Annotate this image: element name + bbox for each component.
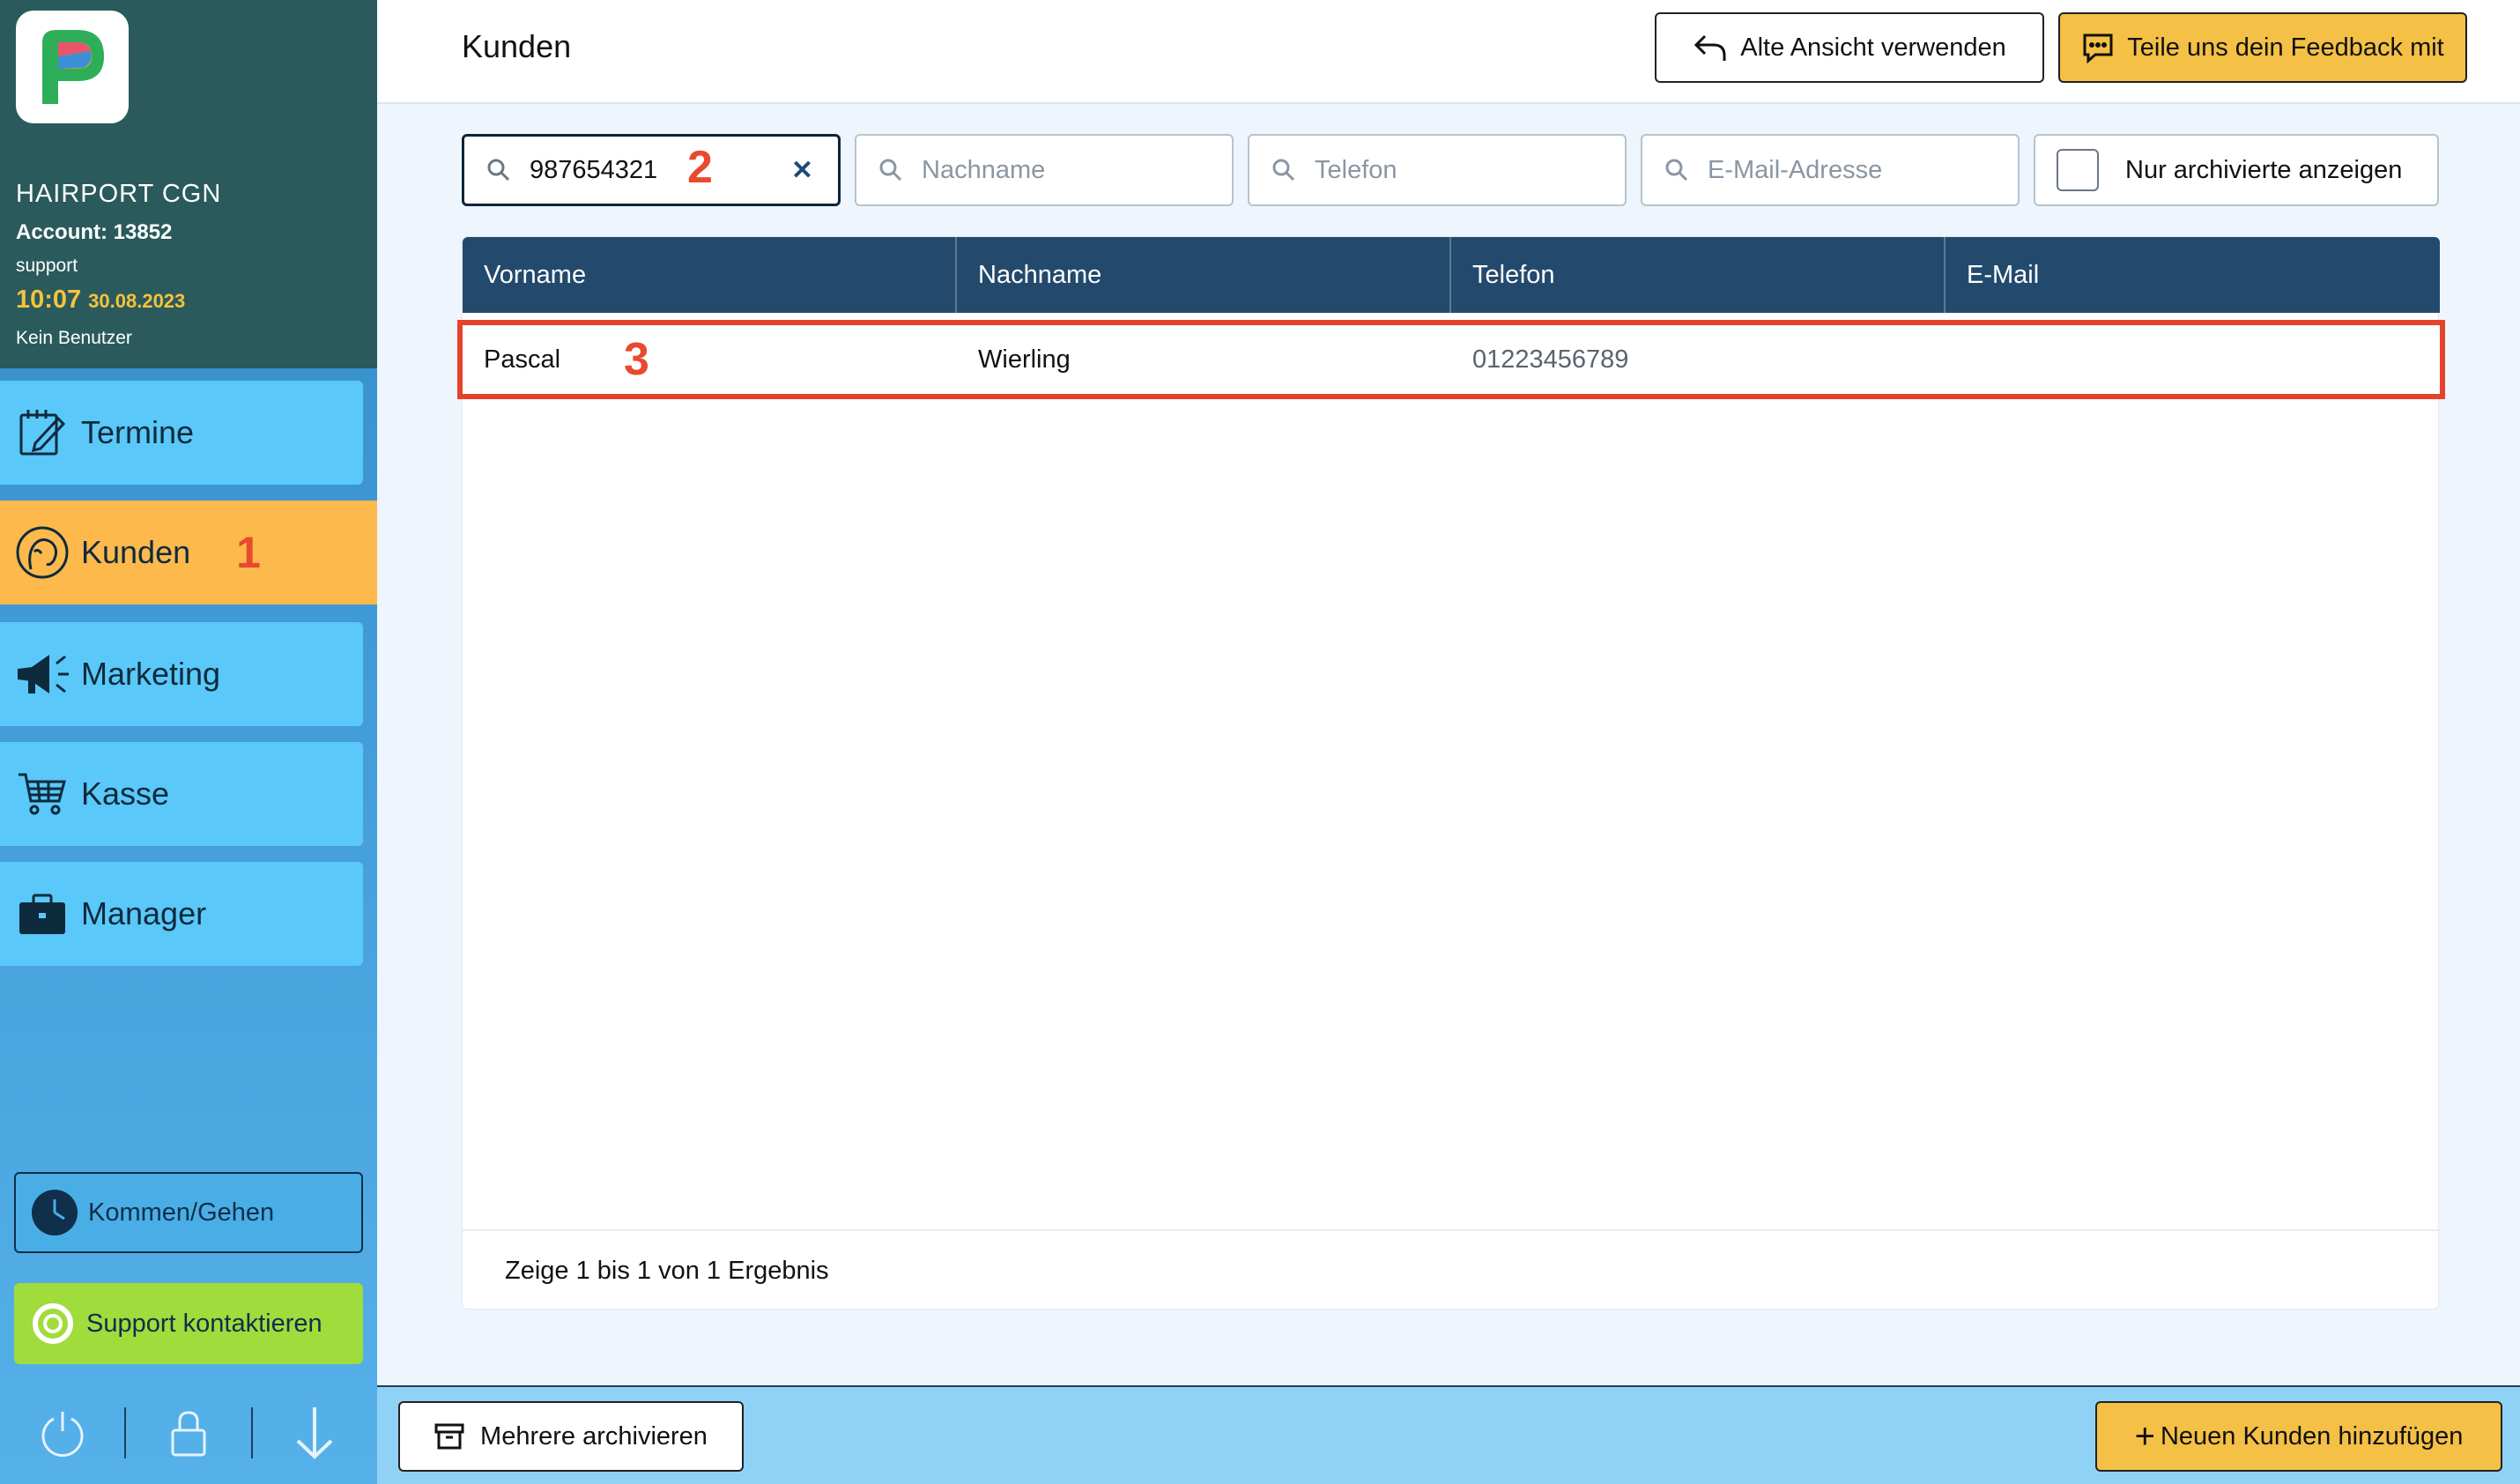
step-badge-2: 2 xyxy=(687,142,713,193)
add-customer-button[interactable]: + Neuen Kunden hinzufügen xyxy=(2095,1401,2502,1472)
kommen-gehen-button[interactable]: Kommen/Gehen xyxy=(14,1172,363,1253)
nav-item-termine[interactable]: Termine xyxy=(0,381,363,485)
vorname-search-input[interactable] xyxy=(528,154,660,186)
cell-telefon: 01223456789 xyxy=(1472,345,1629,374)
chat-bubble-icon xyxy=(2083,33,2113,63)
nav-item-label: Marketing xyxy=(81,656,221,692)
nav-item-kasse[interactable]: Kasse xyxy=(0,742,363,846)
email-search-field[interactable] xyxy=(1641,134,2020,206)
sidebar-footer-actions xyxy=(0,1398,377,1468)
page-header: Kunden Alte Ansicht verwenden Teile uns … xyxy=(377,0,2520,104)
nav-item-label: Kasse xyxy=(81,775,170,812)
telefon-search-input[interactable] xyxy=(1313,154,1507,186)
archived-only-label: Nur archivierte anzeigen xyxy=(2125,155,2403,184)
table-row[interactable]: Pascal 3 Wierling 01223456789 xyxy=(457,320,2445,399)
clock-icon xyxy=(30,1188,79,1237)
customer-head-icon xyxy=(11,521,74,584)
cell-nachname: Wierling xyxy=(978,345,1071,374)
clock-time: 10:07 xyxy=(16,286,82,314)
archived-only-toggle[interactable]: Nur archivierte anzeigen xyxy=(2034,134,2439,206)
customer-table: Vorname Nachname Telefon E-Mail Pascal 3… xyxy=(457,236,2445,1310)
arrow-down-icon xyxy=(296,1407,333,1459)
account-name: HAIRPORT CGN xyxy=(16,180,222,208)
old-view-label: Alte Ansicht verwenden xyxy=(1740,33,2006,62)
search-icon xyxy=(879,159,902,182)
telefon-search-field[interactable] xyxy=(1248,134,1627,206)
nav-item-marketing[interactable]: Marketing xyxy=(0,622,363,726)
column-header-nachname[interactable]: Nachname xyxy=(957,237,1451,313)
account-user: support xyxy=(16,256,78,276)
kommen-gehen-label: Kommen/Gehen xyxy=(88,1198,275,1227)
lifebuoy-icon xyxy=(28,1299,78,1348)
lock-icon xyxy=(171,1411,206,1457)
search-icon xyxy=(487,159,510,182)
clock: 10:07 30.08.2023 xyxy=(16,286,185,315)
bottom-action-bar: Mehrere archivieren + Neuen Kunden hinzu… xyxy=(377,1385,2520,1484)
support-label: Support kontaktieren xyxy=(86,1309,322,1338)
nav-item-label: Kunden xyxy=(81,534,191,570)
megaphone-icon xyxy=(11,642,74,706)
page-title: Kunden xyxy=(462,28,572,64)
nav-item-manager[interactable]: Manager xyxy=(0,862,363,966)
cell-vorname-text: Pascal xyxy=(484,345,561,374)
nav-item-label: Termine xyxy=(81,414,195,450)
archived-only-checkbox[interactable] xyxy=(2057,149,2099,191)
search-icon xyxy=(1665,159,1688,182)
cell-vorname: Pascal 3 xyxy=(463,333,957,386)
column-header-vorname[interactable]: Vorname xyxy=(463,237,957,313)
column-header-telefon[interactable]: Telefon xyxy=(1451,237,1946,313)
power-button[interactable] xyxy=(0,1398,124,1468)
archive-multiple-label: Mehrere archivieren xyxy=(480,1421,708,1451)
nav-item-kunden[interactable]: Kunden 1 xyxy=(0,501,377,605)
nachname-search-input[interactable] xyxy=(920,154,1114,186)
support-button[interactable]: Support kontaktieren xyxy=(14,1283,363,1364)
feedback-button[interactable]: Teile uns dein Feedback mit xyxy=(2058,12,2467,83)
app-logo xyxy=(16,11,129,123)
scroll-down-button[interactable] xyxy=(253,1398,377,1468)
lock-button[interactable] xyxy=(126,1398,250,1468)
nachname-search-field[interactable] xyxy=(855,134,1234,206)
current-user-status: Kein Benutzer xyxy=(16,328,132,348)
undo-arrow-icon xyxy=(1694,34,1726,61)
archive-box-icon xyxy=(434,1423,464,1450)
step-badge-3: 3 xyxy=(624,334,649,385)
search-icon xyxy=(1272,159,1295,182)
pagination-summary: Zeige 1 bis 1 von 1 Ergebnis xyxy=(463,1229,2440,1310)
sidebar: HAIRPORT CGN Account: 13852 support 10:0… xyxy=(0,0,377,1484)
briefcase-icon xyxy=(11,882,74,946)
archive-multiple-button[interactable]: Mehrere archivieren xyxy=(398,1401,744,1472)
power-icon xyxy=(41,1412,84,1458)
add-customer-label: Neuen Kunden hinzufügen xyxy=(2160,1421,2464,1451)
feedback-label: Teile uns dein Feedback mit xyxy=(2127,33,2444,62)
account-number: Account: 13852 xyxy=(16,220,173,244)
step-badge-1: 1 xyxy=(236,528,261,577)
clear-search-button[interactable]: ✕ xyxy=(791,155,813,186)
nav-item-label: Manager xyxy=(81,895,207,931)
old-view-button[interactable]: Alte Ansicht verwenden xyxy=(1655,12,2044,83)
clock-date: 30.08.2023 xyxy=(88,290,186,312)
calendar-edit-icon xyxy=(11,401,74,464)
plus-icon: + xyxy=(2134,1417,2155,1456)
column-header-email[interactable]: E-Mail xyxy=(1946,237,2440,313)
vorname-search-field[interactable]: ✕ xyxy=(462,134,841,206)
shopping-cart-icon xyxy=(11,762,74,826)
email-search-input[interactable] xyxy=(1706,154,1997,186)
table-header: Vorname Nachname Telefon E-Mail xyxy=(463,237,2440,313)
